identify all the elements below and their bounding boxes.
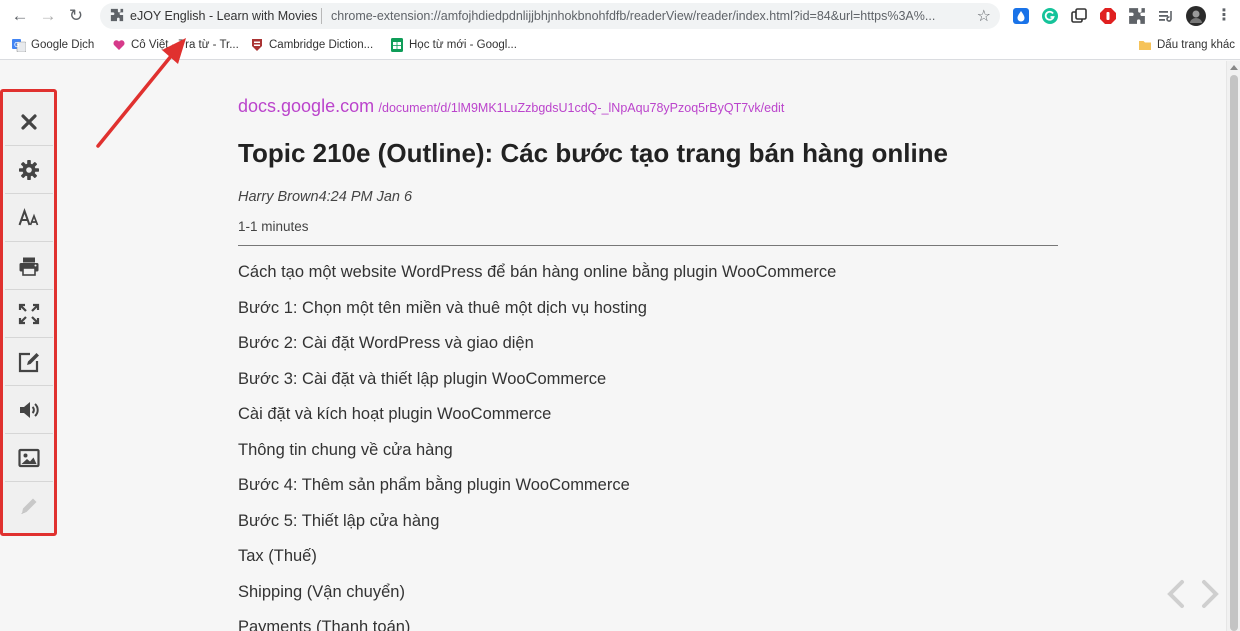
reader-toolbar xyxy=(0,89,57,536)
extension-icon xyxy=(110,8,124,22)
print-icon xyxy=(19,257,39,276)
sheets-icon xyxy=(391,38,403,52)
font-size-icon xyxy=(18,207,39,225)
annotation-arrow xyxy=(96,38,186,148)
drop-extension-icon[interactable] xyxy=(1012,7,1030,25)
print-button[interactable] xyxy=(5,242,53,290)
highlight-pencil-button[interactable] xyxy=(5,482,53,530)
paragraph: Cài đặt và kích hoạt plugin WooCommerce xyxy=(238,405,552,423)
paragraph: Payments (Thanh toán) xyxy=(238,618,411,631)
bookmark-other-folder[interactable]: Dấu trang khác xyxy=(1138,38,1235,54)
extensions-puzzle-icon[interactable] xyxy=(1128,7,1146,25)
edit-note-icon xyxy=(18,352,39,372)
copy-extension-icon[interactable] xyxy=(1070,7,1088,25)
gear-icon xyxy=(19,159,39,180)
pencil-icon xyxy=(21,498,37,514)
close-button[interactable] xyxy=(5,98,53,146)
paragraph: Tax (Thuế) xyxy=(238,547,317,565)
close-icon xyxy=(21,113,37,130)
scroll-up-arrow-icon[interactable] xyxy=(1230,65,1238,70)
paragraph: Bước 2: Cài đặt WordPress và giao diện xyxy=(238,334,534,352)
bookmark-star-icon[interactable]: ☆ xyxy=(977,6,991,26)
bookmark-hoc-tu-moi[interactable]: Học từ mới - Googl... xyxy=(390,38,517,54)
fullscreen-button[interactable] xyxy=(5,290,53,338)
grammarly-icon[interactable] xyxy=(1041,7,1059,25)
profile-avatar[interactable] xyxy=(1186,6,1206,26)
source-domain[interactable]: docs.google.com xyxy=(238,96,374,116)
edit-note-button[interactable] xyxy=(5,338,53,386)
page-title-in-omnibox: eJOY English - Learn with Movies xyxy=(130,9,318,23)
paragraph: Shipping (Vận chuyển) xyxy=(238,582,405,601)
speaker-icon xyxy=(20,401,39,418)
reading-time: 1-1 minutes xyxy=(238,219,309,234)
text-to-speech-button[interactable] xyxy=(5,386,53,434)
toggle-images-button[interactable] xyxy=(5,434,53,482)
forward-arrow-icon[interactable]: → xyxy=(38,6,58,26)
svg-text:G: G xyxy=(14,41,19,49)
page-scrollbar[interactable] xyxy=(1226,61,1240,631)
cambridge-icon xyxy=(252,39,262,51)
folder-icon xyxy=(1139,41,1151,50)
paragraph: Cách tạo một website WordPress để bán hà… xyxy=(238,263,837,281)
paragraph: Bước 1: Chọn một tên miền và thuê một dị… xyxy=(238,298,647,317)
image-icon xyxy=(18,448,40,467)
menu-dots-icon[interactable]: ⋮ xyxy=(1214,6,1234,26)
font-size-button[interactable] xyxy=(5,194,53,242)
bookmark-cambridge[interactable]: Cambridge Diction... xyxy=(250,38,373,54)
address-bar[interactable]: eJOY English - Learn with Movies chrome-… xyxy=(100,3,1000,29)
omnibox-separator xyxy=(321,8,322,24)
article: docs.google.com /document/d/1lM9MK1LuZzb… xyxy=(238,96,1058,631)
author-and-time: Harry Brown4:24 PM Jan 6 xyxy=(238,189,413,205)
previous-page-chevron-icon[interactable] xyxy=(1163,578,1189,610)
adblock-icon[interactable] xyxy=(1099,7,1117,25)
paragraph: Thông tin chung về cửa hàng xyxy=(238,440,453,459)
translate-icon: G xyxy=(12,39,26,52)
fullscreen-icon xyxy=(18,303,40,324)
source-line: docs.google.com /document/d/1lM9MK1LuZzb… xyxy=(238,96,1058,117)
paragraph: Bước 3: Cài đặt và thiết lập plugin WooC… xyxy=(238,369,607,388)
divider xyxy=(238,245,1058,246)
paragraph: Bước 5: Thiết lập cửa hàng xyxy=(238,511,440,530)
back-arrow-icon[interactable]: ← xyxy=(10,6,30,26)
article-body: Cách tạo một website WordPress để bán hà… xyxy=(238,262,1058,631)
source-path[interactable]: /document/d/1lM9MK1LuZzbgdsU1cdQ-_lNpAqu… xyxy=(379,101,785,115)
next-page-chevron-icon[interactable] xyxy=(1197,578,1223,610)
media-queue-icon[interactable] xyxy=(1157,7,1175,25)
reload-icon[interactable]: ↻ xyxy=(66,6,86,26)
scroll-thumb[interactable] xyxy=(1230,75,1238,631)
article-title: Topic 210e (Outline): Các bước tạo trang… xyxy=(238,138,949,168)
paragraph: Bước 4: Thêm sản phẩm bằng plugin WooCom… xyxy=(238,476,630,494)
settings-button[interactable] xyxy=(5,146,53,194)
url-text[interactable]: chrome-extension://amfojhdiedpdnlijjbhjn… xyxy=(331,9,971,23)
bookmark-google-dich[interactable]: G Google Dịch xyxy=(12,38,94,54)
